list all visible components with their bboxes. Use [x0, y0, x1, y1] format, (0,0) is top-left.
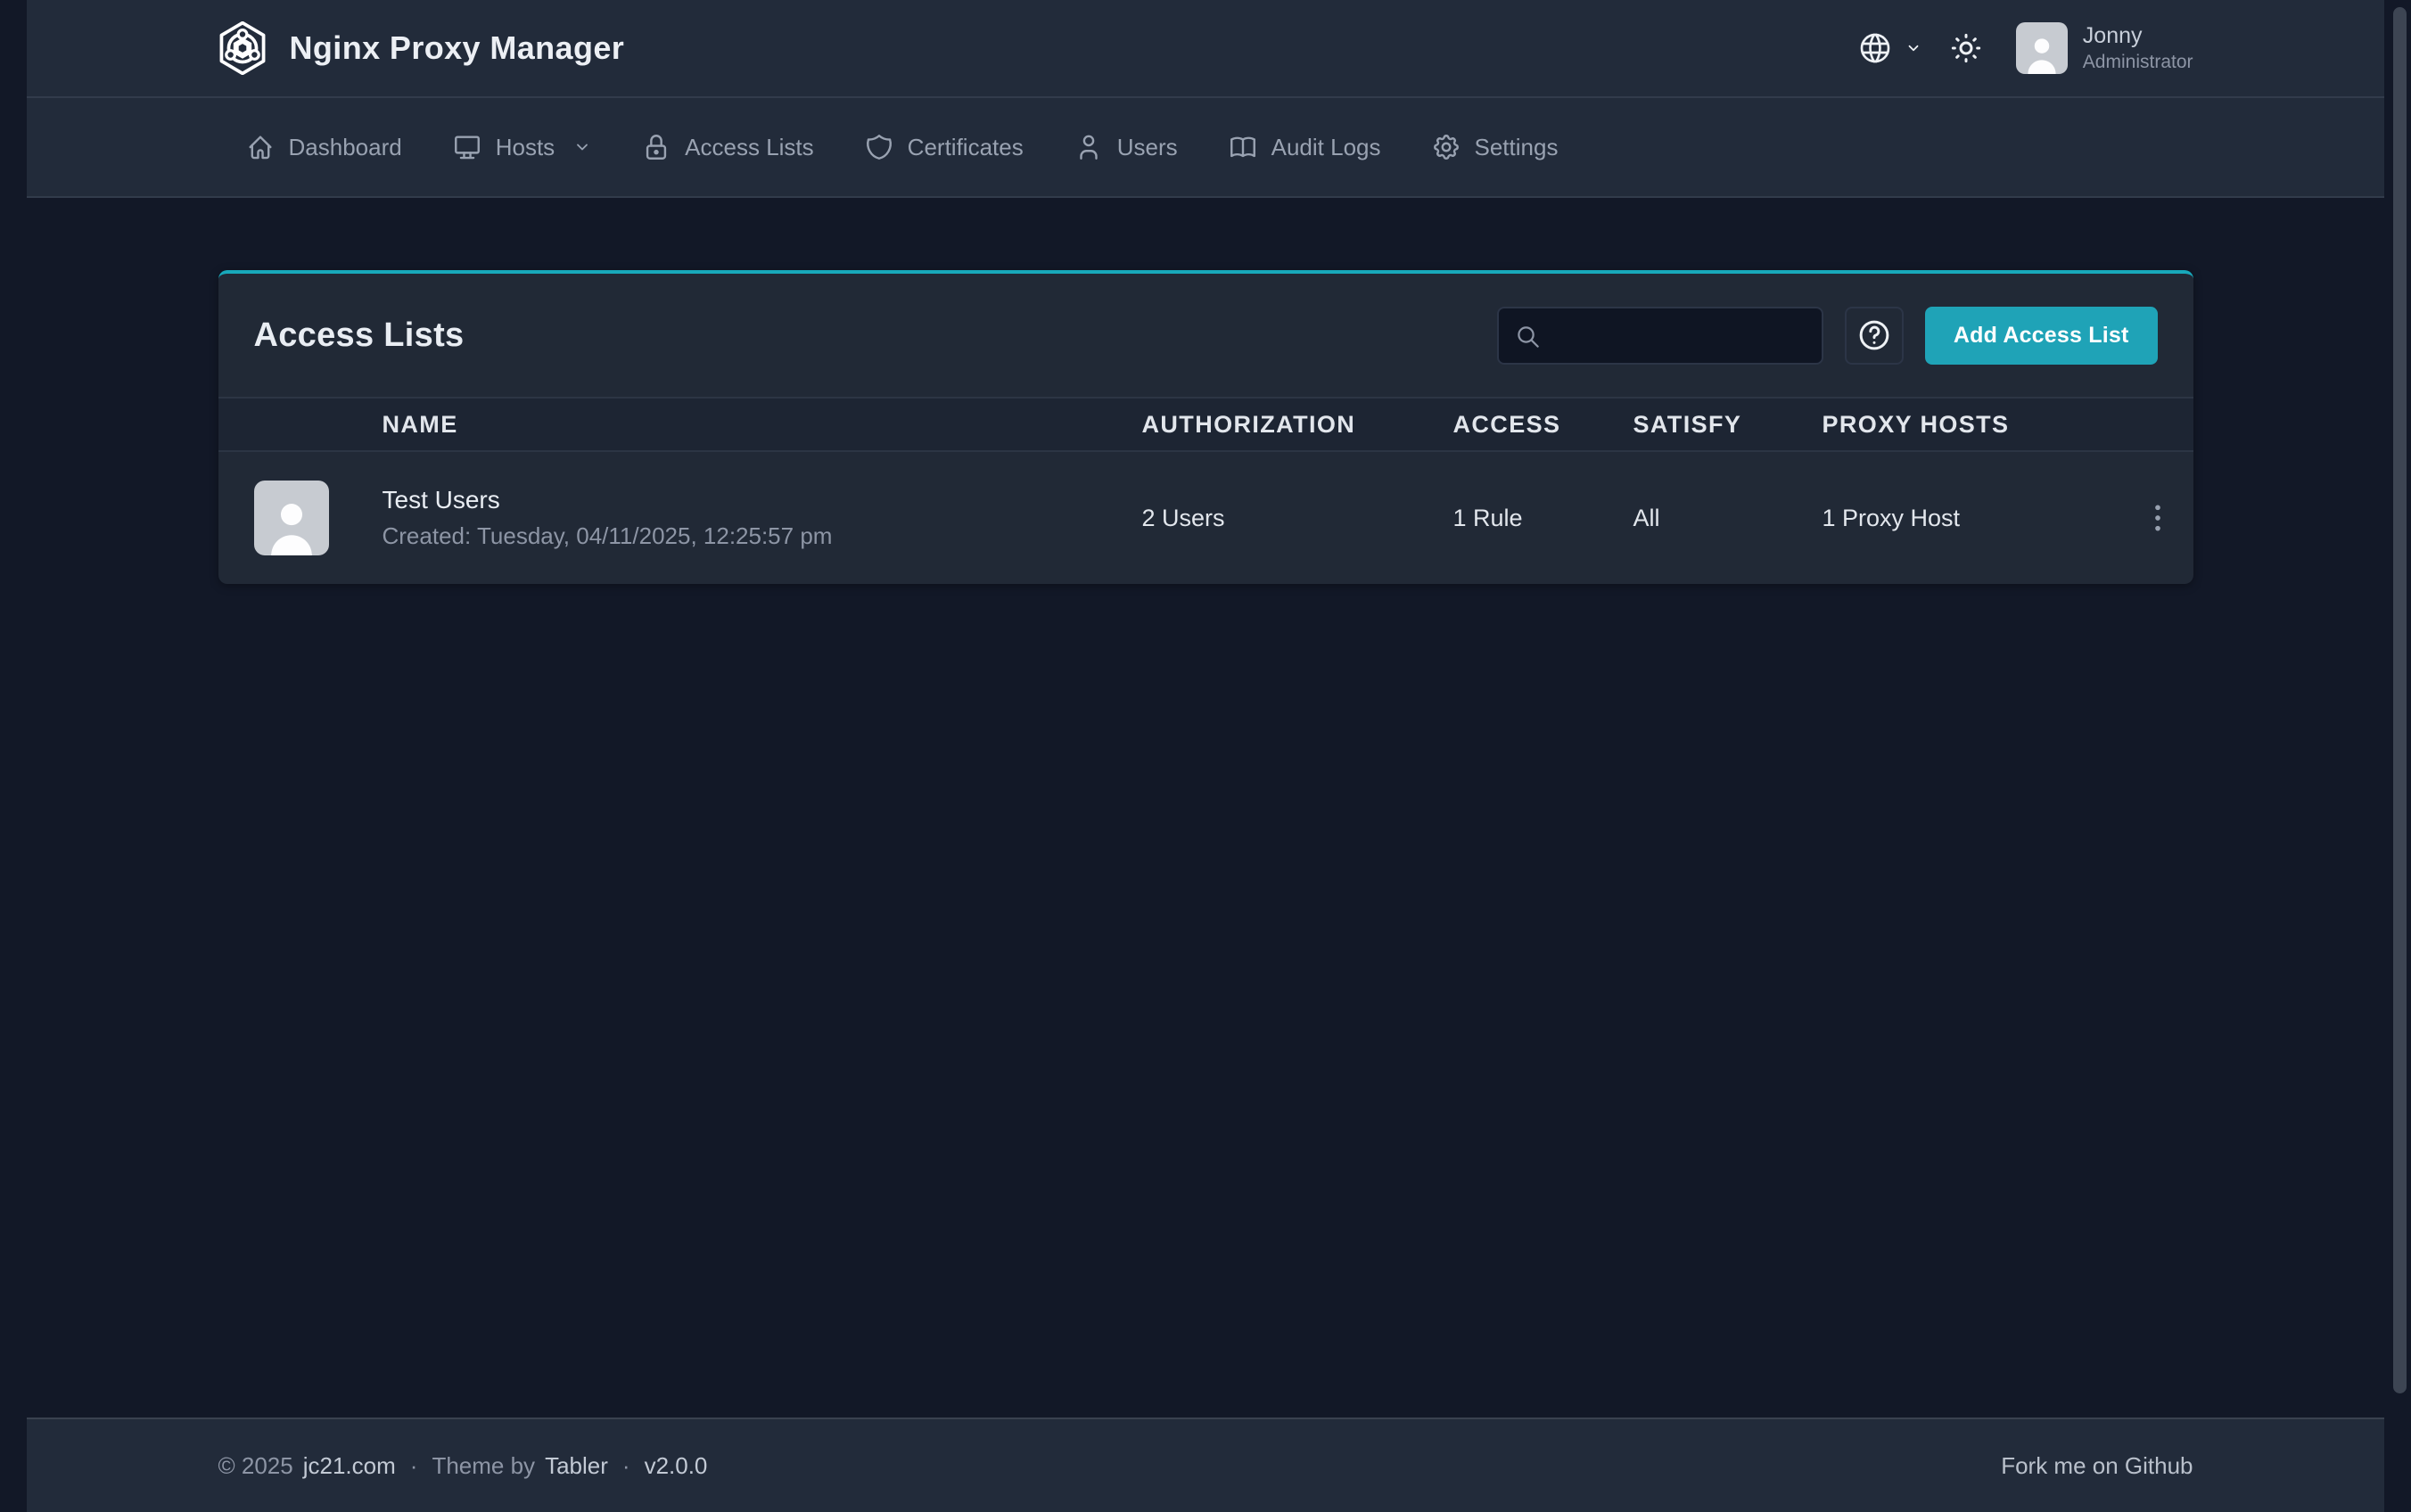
copyright-text: © 2025 [218, 1452, 293, 1480]
theme-toggle-button[interactable] [1948, 30, 1984, 66]
user-role: Administrator [2083, 51, 2193, 74]
row-access: 1 Rule [1453, 505, 1633, 532]
scrollbar-track [2390, 0, 2411, 1512]
user-name: Jonny [2083, 22, 2193, 50]
app-title: Nginx Proxy Manager [290, 29, 625, 67]
nav-label: Settings [1475, 134, 1559, 161]
footer-separator: · [410, 1452, 418, 1480]
nav-item-audit-logs[interactable]: Audit Logs [1203, 98, 1406, 196]
row-name-cell: Test Users Created: Tuesday, 04/11/2025,… [383, 486, 1142, 550]
card-header: Access Lists Add Acce [218, 274, 2193, 397]
lock-icon [641, 132, 671, 162]
app-screen: Nginx Proxy Manager [0, 0, 2411, 1512]
main-nav: Dashboard Hosts Access Lists [27, 98, 2384, 198]
row-proxy-hosts: 1 Proxy Host [1823, 505, 2122, 532]
row-avatar-cell [218, 481, 383, 555]
monitor-icon [452, 132, 482, 162]
row-avatar [254, 481, 329, 555]
npm-logo-icon [218, 21, 267, 75]
access-lists-card: Access Lists Add Acce [218, 270, 2193, 584]
kebab-menu-icon [2140, 498, 2176, 538]
column-access: ACCESS [1453, 411, 1633, 439]
row-authorization: 2 Users [1142, 505, 1453, 532]
search-box [1497, 307, 1823, 365]
search-input[interactable] [1499, 308, 1822, 363]
main-content: Access Lists Add Acce [0, 198, 2411, 1418]
sun-icon [1948, 30, 1984, 66]
github-link[interactable]: Fork me on Github [2001, 1452, 2193, 1480]
footer: © 2025 jc21.com · Theme by Tabler · v2.0… [27, 1418, 2384, 1512]
tabler-link[interactable]: Tabler [545, 1452, 608, 1480]
row-satisfy: All [1633, 505, 1823, 532]
add-access-list-button[interactable]: Add Access List [1925, 307, 2158, 365]
chevron-down-icon [573, 138, 591, 156]
nav-label: Users [1117, 134, 1178, 161]
help-button[interactable] [1845, 307, 1904, 365]
brand[interactable]: Nginx Proxy Manager [218, 21, 625, 75]
user-icon [1074, 132, 1104, 162]
help-circle-icon [1856, 316, 1893, 354]
nav-item-dashboard[interactable]: Dashboard [218, 98, 427, 196]
nav-label: Audit Logs [1271, 134, 1381, 161]
chevron-down-icon [1905, 40, 1921, 56]
nav-item-users[interactable]: Users [1049, 98, 1203, 196]
header-panel: Nginx Proxy Manager [27, 0, 2384, 198]
nav-item-certificates[interactable]: Certificates [839, 98, 1049, 196]
user-avatar[interactable] [2016, 22, 2068, 74]
page-title: Access Lists [254, 316, 465, 355]
gear-icon [1431, 132, 1461, 162]
search-icon [1515, 324, 1542, 350]
shield-icon [864, 132, 894, 162]
version-link[interactable]: v2.0.0 [645, 1452, 708, 1480]
nav-label: Certificates [908, 134, 1024, 161]
table-header: NAME AUTHORIZATION ACCESS SATISFY PROXY … [218, 397, 2193, 452]
column-name: NAME [383, 411, 1142, 439]
person-silhouette-icon [2019, 28, 2065, 74]
person-silhouette-icon [258, 488, 325, 555]
nav-label: Dashboard [289, 134, 402, 161]
row-actions-button[interactable] [2122, 498, 2193, 538]
nav-label: Hosts [496, 134, 555, 161]
book-icon [1228, 132, 1258, 162]
language-menu-button[interactable] [1857, 30, 1921, 66]
jc21-link[interactable]: jc21.com [303, 1452, 396, 1480]
nav-label: Access Lists [685, 134, 814, 161]
column-satisfy: SATISFY [1633, 411, 1823, 439]
scrollbar-thumb[interactable] [2393, 7, 2407, 1393]
column-proxy-hosts: PROXY HOSTS [1823, 411, 2122, 439]
home-icon [245, 132, 276, 162]
theme-by-text: Theme by [432, 1452, 535, 1480]
table-row[interactable]: Test Users Created: Tuesday, 04/11/2025,… [218, 452, 2193, 584]
nav-item-settings[interactable]: Settings [1406, 98, 1584, 196]
globe-icon [1857, 30, 1893, 66]
user-info[interactable]: Jonny Administrator [2083, 22, 2193, 74]
topbar: Nginx Proxy Manager [27, 0, 2384, 98]
access-list-created: Created: Tuesday, 04/11/2025, 12:25:57 p… [383, 522, 1142, 550]
column-authorization: AUTHORIZATION [1142, 411, 1453, 439]
nav-item-access-lists[interactable]: Access Lists [616, 98, 839, 196]
footer-separator: · [622, 1452, 630, 1480]
nav-item-hosts[interactable]: Hosts [427, 98, 616, 196]
footer-credits: © 2025 jc21.com · Theme by Tabler · v2.0… [218, 1452, 708, 1480]
access-list-name: Test Users [383, 486, 1142, 514]
